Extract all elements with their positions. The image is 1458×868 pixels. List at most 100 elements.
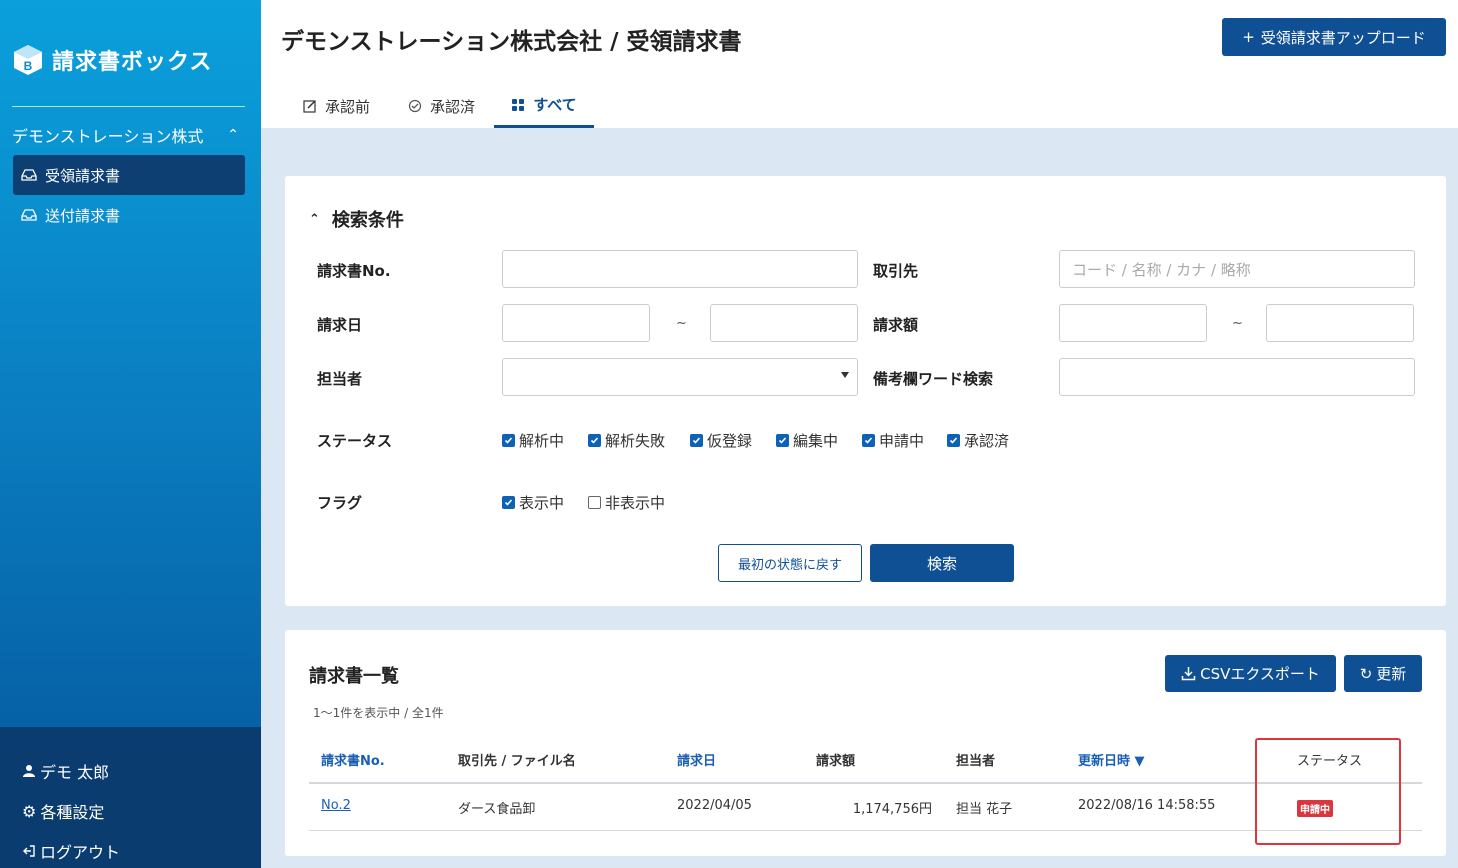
checkbox-label: 仮登録 xyxy=(707,432,753,450)
reset-button[interactable]: 最初の状態に戻す xyxy=(718,544,862,582)
amount-to-input[interactable] xyxy=(1266,304,1414,342)
assignee-label: 担当者 xyxy=(317,370,363,388)
checkbox-checked-icon xyxy=(862,434,875,447)
app-brand: 請求書ボックス xyxy=(52,50,213,75)
inbox-icon xyxy=(21,209,37,221)
tab-pending[interactable]: 承認前 xyxy=(301,84,372,128)
partner-input[interactable]: コード / 名称 / カナ / 略称 xyxy=(1059,250,1415,288)
sidebar-item-received-invoices[interactable]: 受領請求書 xyxy=(13,155,245,195)
amount-cell: 1,174,756円 xyxy=(852,802,932,817)
column-header-partner: 取引先 / ファイル名 xyxy=(458,754,576,769)
amount-label: 請求額 xyxy=(873,316,919,334)
csv-button-label: CSVエクスポート xyxy=(1200,665,1320,683)
invoice-no-label: 請求書No. xyxy=(317,262,391,280)
checkbox-label: 申請中 xyxy=(879,432,925,450)
result-count: 1〜1件を表示中 / 全1件 xyxy=(313,706,444,720)
status-label: ステータス xyxy=(317,432,393,450)
date-cell: 2022/04/05 xyxy=(677,798,752,813)
partner-placeholder: コード / 名称 / カナ / 略称 xyxy=(1072,260,1251,279)
plus-icon: + xyxy=(1242,28,1255,46)
check-circle-icon xyxy=(408,99,422,113)
checkbox-label: 承認済 xyxy=(964,432,1010,450)
user-name: デモ 太郎 xyxy=(40,763,110,782)
assignee-select[interactable] xyxy=(502,358,858,396)
svg-text:B: B xyxy=(24,59,33,73)
checkbox-checked-icon xyxy=(502,434,515,447)
column-header-date[interactable]: 請求日 xyxy=(677,750,716,769)
tab-label: 承認済 xyxy=(430,97,476,116)
refresh-icon: ↻ xyxy=(1359,664,1373,683)
search-section-toggle[interactable]: ⌃ 検索条件 xyxy=(309,206,404,232)
updated-cell: 2022/08/16 14:58:55 xyxy=(1078,798,1216,813)
tab-label: 承認前 xyxy=(325,97,371,116)
search-button[interactable]: 検索 xyxy=(870,544,1014,582)
caret-down-icon xyxy=(841,372,849,378)
company-name: デモンストレーション株式 xyxy=(12,127,204,146)
tab-label: すべて xyxy=(533,96,577,114)
user-menu[interactable]: デモ 太郎 xyxy=(22,759,109,783)
tab-approved[interactable]: 承認済 xyxy=(406,84,477,128)
sidebar-item-label: 受領請求書 xyxy=(45,166,121,185)
invoice-date-from-input[interactable] xyxy=(502,304,650,342)
flag-checkbox-visible[interactable]: 表示中 xyxy=(502,492,564,513)
column-header-updated[interactable]: 更新日時 ▼ xyxy=(1078,750,1145,769)
status-checkbox-analyzing[interactable]: 解析中 xyxy=(502,430,564,451)
logout-icon xyxy=(23,845,35,857)
logout-label: ログアウト xyxy=(40,843,121,862)
edit-icon xyxy=(303,100,316,113)
partner-cell: ダース食品卸 xyxy=(458,802,536,817)
sidebar-divider xyxy=(12,106,245,107)
amount-from-input[interactable] xyxy=(1059,304,1207,342)
csv-export-button[interactable]: CSVエクスポート xyxy=(1165,655,1336,692)
page-title: デモンストレーション株式会社 / 受領請求書 xyxy=(281,29,742,55)
memo-search-input[interactable] xyxy=(1059,358,1415,396)
status-checkbox-applying[interactable]: 申請中 xyxy=(862,430,924,451)
status-highlight-box xyxy=(1255,738,1401,845)
checkbox-checked-icon xyxy=(588,434,601,447)
tab-all[interactable]: すべて xyxy=(494,84,594,128)
column-header-invoice-no[interactable]: 請求書No. xyxy=(321,750,385,769)
upload-invoice-button[interactable]: + 受領請求書アップロード xyxy=(1222,18,1446,56)
status-checkbox-analysis-failed[interactable]: 解析失敗 xyxy=(588,430,665,451)
column-header-amount: 請求額 xyxy=(816,754,856,769)
invoice-no-link[interactable]: No.2 xyxy=(321,798,351,813)
app-logo[interactable]: B 請求書ボックス xyxy=(12,40,212,80)
settings-link[interactable]: ⚙ 各種設定 xyxy=(22,799,104,823)
grid-icon xyxy=(512,98,525,111)
assignee-cell: 担当 花子 xyxy=(956,802,1013,817)
flag-checkbox-hidden[interactable]: 非表示中 xyxy=(588,492,665,513)
list-title: 請求書一覧 xyxy=(309,666,399,687)
logout-link[interactable]: ログアウト xyxy=(22,839,120,863)
status-checkbox-approved[interactable]: 承認済 xyxy=(947,430,1009,451)
company-selector[interactable]: デモンストレーション株式 ⌃ xyxy=(12,122,245,148)
status-checkbox-editing[interactable]: 編集中 xyxy=(776,430,838,451)
sidebar-item-label: 送付請求書 xyxy=(45,206,121,225)
search-title: 検索条件 xyxy=(331,210,404,231)
logo-icon: B xyxy=(14,45,42,75)
download-icon xyxy=(1181,667,1196,681)
refresh-button[interactable]: ↻ 更新 xyxy=(1344,655,1422,692)
sidebar-footer: デモ 太郎 ⚙ 各種設定 ログアウト xyxy=(0,727,261,868)
chevron-up-icon: ⌃ xyxy=(309,211,320,227)
partner-label: 取引先 xyxy=(873,262,919,280)
invoice-date-to-input[interactable] xyxy=(710,304,858,342)
checkbox-checked-icon xyxy=(776,434,789,447)
gear-icon: ⚙ xyxy=(22,801,37,821)
checkbox-checked-icon xyxy=(690,434,703,447)
amount-range-separator: ~ xyxy=(1232,316,1243,331)
memo-label: 備考欄ワード検索 xyxy=(873,370,994,388)
sidebar: B 請求書ボックス デモンストレーション株式 ⌃ 受領請求書 送付請求書 デモ … xyxy=(0,0,261,868)
upload-button-label: 受領請求書アップロード xyxy=(1260,28,1426,47)
status-checkbox-provisional[interactable]: 仮登録 xyxy=(690,430,752,451)
checkbox-label: 表示中 xyxy=(519,494,565,512)
chevron-up-icon: ⌃ xyxy=(227,127,239,143)
checkbox-label: 解析中 xyxy=(519,432,565,450)
invoice-list-panel: 請求書一覧 1〜1件を表示中 / 全1件 CSVエクスポート ↻ 更新 請求書N… xyxy=(285,630,1446,856)
refresh-button-label: 更新 xyxy=(1376,665,1407,683)
invoice-no-input[interactable] xyxy=(502,250,858,288)
checkbox-label: 編集中 xyxy=(793,432,839,450)
checkbox-unchecked-icon xyxy=(588,496,601,509)
inbox-icon xyxy=(21,169,37,181)
sidebar-item-sent-invoices[interactable]: 送付請求書 xyxy=(13,195,245,235)
checkbox-label: 解析失敗 xyxy=(605,432,666,450)
